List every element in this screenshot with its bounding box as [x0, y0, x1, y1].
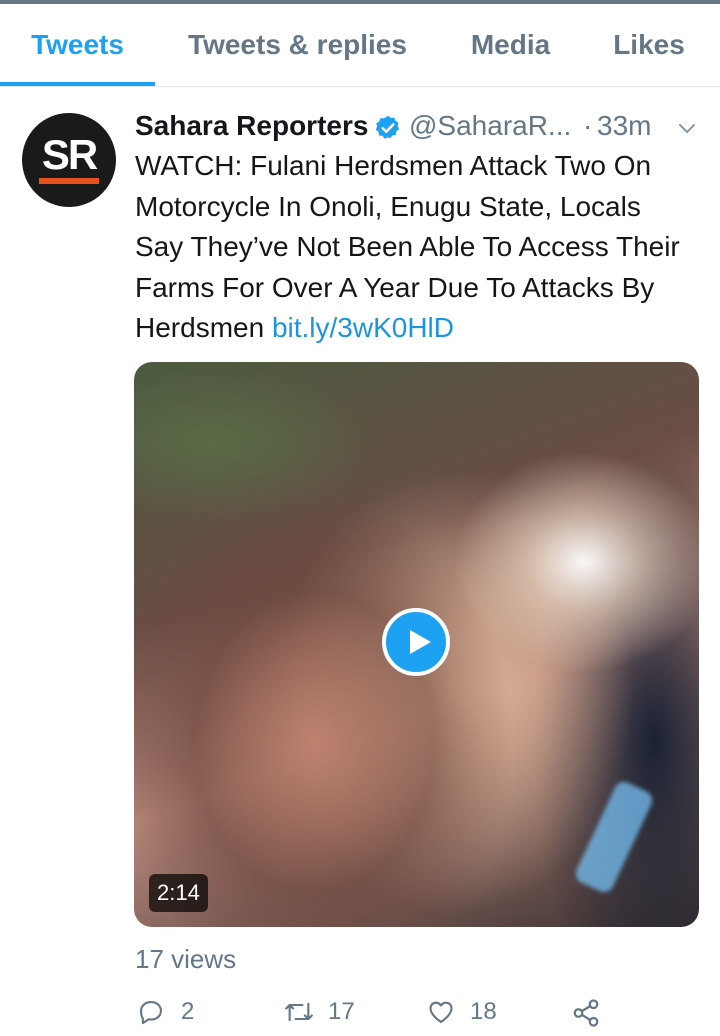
share-button[interactable] — [570, 996, 606, 1030]
avatar-logo-bar — [39, 178, 99, 184]
reply-button[interactable]: 2 — [137, 996, 207, 1030]
avatar[interactable]: SR — [22, 113, 116, 207]
reply-count: 2 — [181, 998, 195, 1025]
retweet-icon — [285, 1002, 313, 1022]
separator-dot: · — [583, 110, 593, 141]
reply-icon — [140, 1001, 162, 1025]
video-duration: 2:14 — [149, 874, 208, 912]
profile-tabs: Tweets Tweets & replies Media Likes — [0, 4, 720, 87]
retweet-button[interactable]: 17 — [282, 996, 362, 1030]
share-icon — [573, 999, 599, 1027]
tweet-text: WATCH: Fulani Herdsmen Attack Two On Mot… — [135, 146, 695, 349]
author-handle[interactable]: @SaharaR... — [409, 110, 571, 142]
author-name[interactable]: Sahara Reporters — [135, 110, 368, 142]
tweet-time[interactable]: 33m — [597, 110, 651, 142]
like-icon — [429, 1001, 453, 1023]
like-button[interactable]: 18 — [426, 996, 506, 1030]
avatar-logo-text: SR — [41, 131, 98, 178]
tab-tweets[interactable]: Tweets — [0, 4, 155, 86]
play-button[interactable] — [382, 608, 450, 676]
verified-badge-icon — [375, 115, 400, 139]
tweet-link[interactable]: bit.ly/3wK0HlD — [272, 312, 454, 343]
video-frame-detail — [572, 778, 656, 896]
video-thumbnail[interactable]: 2:14 — [134, 362, 699, 927]
like-count: 18 — [470, 998, 497, 1025]
chevron-down-icon[interactable] — [675, 116, 699, 140]
view-count: 17 views — [135, 944, 237, 974]
retweet-count: 17 — [328, 998, 355, 1025]
tab-likes[interactable]: Likes — [590, 4, 708, 86]
tweet-header: Sahara Reporters @SaharaR... · 33m — [135, 108, 705, 148]
play-icon — [410, 630, 431, 654]
tab-media[interactable]: Media — [448, 4, 573, 86]
active-tab-indicator — [0, 82, 155, 86]
tab-tweets-and-replies[interactable]: Tweets & replies — [160, 4, 435, 86]
